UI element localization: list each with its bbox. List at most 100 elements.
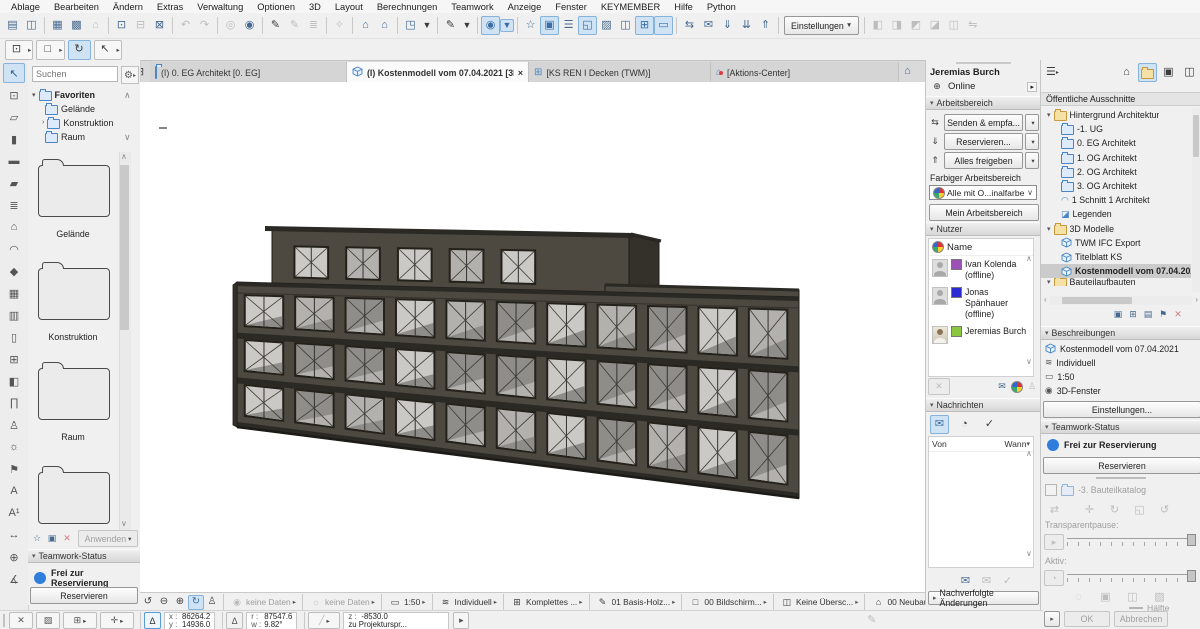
save-as-icon[interactable]: ▩ (67, 16, 86, 35)
user-row-2[interactable]: Jeremias Burch (929, 323, 1033, 347)
cutaway-dropdown-icon[interactable]: ▼ (420, 19, 434, 32)
navigator-tree-item-9[interactable]: TWM IFC Export (1041, 236, 1191, 250)
slider-handle[interactable] (1187, 534, 1196, 546)
owner-stamp-icon[interactable]: ⊠ (150, 16, 169, 35)
ghost-contours-icon[interactable]: ◌ (1069, 588, 1088, 607)
align-elements-icon[interactable]: ≣ (304, 16, 323, 35)
navigator-tree-item-0[interactable]: ▾Hintergrund Architektur (1041, 108, 1191, 122)
pickup-parameters-icon[interactable]: ✎ (266, 16, 285, 35)
preview-palette-icon[interactable]: ◱ (578, 16, 597, 35)
reserve-all-icon[interactable]: ⇊ (737, 16, 756, 35)
door-tool[interactable]: ▯ (3, 327, 25, 347)
view-undo-icon[interactable]: ↺ (140, 595, 156, 610)
stair-tool[interactable]: ≣ (3, 195, 25, 215)
reserve-elements-icon[interactable]: ⊡ (112, 16, 131, 35)
add-view-icon[interactable]: ⊞ (1126, 308, 1140, 321)
navigator-tree-item-5[interactable]: 3. OG Architekt (1041, 179, 1191, 193)
user-row-0[interactable]: Ivan Kolenda(offline) (929, 256, 1033, 284)
bring-front-icon[interactable]: ◩ (906, 16, 925, 35)
morph-tool[interactable]: ◆ (3, 261, 25, 281)
library-icon[interactable]: ◫ (616, 16, 635, 35)
release-all-button[interactable]: Alles freigeben (944, 152, 1023, 169)
beam-tool[interactable]: ▬ (3, 151, 25, 171)
tree-caret-icon[interactable]: ▾ (1047, 111, 1051, 119)
ghost-fills-icon[interactable]: ▣ (1096, 588, 1115, 607)
gear-icon[interactable]: ⚙▸ (121, 66, 139, 84)
quick-option-2[interactable]: ▭1:50▸ (385, 596, 429, 609)
pen-dropdown-icon[interactable]: ▼ (460, 19, 474, 32)
apply-button[interactable]: Anwenden▾ (78, 530, 138, 547)
trace-switch-icon[interactable]: ⇄ (1045, 501, 1064, 520)
active-transparency-button[interactable]: ◔ (1044, 570, 1064, 586)
save-icon[interactable]: ▦ (48, 16, 67, 35)
dimension-tool[interactable]: ↔ (3, 525, 25, 545)
pen-set-icon[interactable]: ✎ (441, 16, 460, 35)
send-receive-icon[interactable]: ⇆ (680, 16, 699, 35)
settings-dropdown-button[interactable]: Einstellungen▼ (784, 16, 859, 35)
inject-parameters-icon[interactable]: ✎ (285, 16, 304, 35)
origin-next-button[interactable]: ▸ (453, 612, 469, 629)
users-scroll-down[interactable]: ∨ (1026, 358, 1032, 366)
workspace-color-select[interactable]: Alle mit O...inalfarbe∨ (929, 185, 1037, 200)
favorite-card-0[interactable] (38, 165, 110, 217)
reset-reference-icon[interactable]: ◱ (1130, 501, 1149, 520)
zone-tool[interactable]: ⚑ (3, 459, 25, 479)
tree-caret-icon[interactable]: ▾ (1047, 278, 1051, 286)
label-tool[interactable]: A¹ (3, 503, 25, 523)
hscroll-thumb[interactable] (1062, 297, 1132, 304)
bring-forward-icon[interactable]: ◧ (868, 16, 887, 35)
scroll-left-icon[interactable]: ‹ (1044, 296, 1047, 304)
slab-tool[interactable]: ▰ (3, 173, 25, 193)
measure-line-button[interactable]: ╱▸ (308, 612, 340, 629)
favorites-tree-item-2[interactable]: ›Konstruktion (42, 116, 113, 129)
tracked-changes-header[interactable]: ▸Nachverfolgte Änderungen (928, 591, 1039, 605)
delete-favorite-icon[interactable]: ✕ (60, 532, 74, 545)
delete-view-icon[interactable]: ✕ (1171, 308, 1185, 321)
sketch-render-icon[interactable]: ✎ (862, 611, 881, 629)
menu-anzeige[interactable]: Anzeige (501, 2, 549, 12)
marquee-all-stories-icon-group[interactable]: ⊡▸ (5, 40, 33, 60)
tab-0[interactable]: (I) 0. EG Architekt [0. EG] (150, 62, 347, 83)
clone-folder-icon[interactable]: ▣ (1111, 308, 1125, 321)
reserve-button-dropdown[interactable]: ▾ (1025, 133, 1039, 150)
messages-scroll-down[interactable]: ∨ (1026, 550, 1032, 558)
tree-scroll-up[interactable]: ∧ (124, 90, 131, 101)
completed-messages-icon[interactable]: ✓ (980, 415, 999, 434)
favorite-card-2[interactable] (38, 368, 110, 420)
zoom-in-icon[interactable]: ⊕ (172, 595, 188, 610)
tracker-rw-toggle[interactable]: Δ (226, 612, 243, 629)
remove-user-button[interactable]: ✕ (928, 378, 950, 395)
menu-ablage[interactable]: Ablage (4, 2, 47, 12)
quick-option-0[interactable]: ◉keine Daten▸ (227, 596, 299, 609)
search-input[interactable] (32, 66, 118, 82)
quick-option-6[interactable]: □00 Bildschirm...▸ (685, 596, 770, 609)
favorites-star-icon[interactable]: ☆ (521, 16, 540, 35)
arbeitsbereich-header[interactable]: ▾Arbeitsbereich (926, 96, 1041, 110)
menu-layout[interactable]: Layout (328, 2, 370, 12)
reserve-button[interactable]: Reservieren (30, 587, 138, 604)
tab-2[interactable]: ⊞[KS REN I Decken (TWM)] (529, 62, 711, 83)
coordinates-icon[interactable]: ⊞ (635, 16, 654, 35)
messages-scroll-up[interactable]: ∧ (1026, 450, 1032, 458)
undo-icon[interactable]: ↶ (176, 16, 195, 35)
menu-python[interactable]: Python (700, 2, 743, 12)
menu-3d[interactable]: 3D (302, 2, 328, 12)
navigator-tree-item-1[interactable]: -1. UG (1041, 122, 1191, 136)
story-settings-icon[interactable]: ⌂ (356, 16, 375, 35)
invite-user-icon[interactable]: ✉ (995, 380, 1009, 393)
tab-list-icon[interactable]: ⌂ (898, 62, 917, 81)
text-tool[interactable]: A (3, 481, 25, 501)
new-favorite-folder-icon[interactable]: ▣ (45, 532, 59, 545)
my-workspace-button[interactable]: Mein Arbeitsbereich (929, 204, 1039, 221)
schedules-icon[interactable]: ☰ (559, 16, 578, 35)
menu-ändern[interactable]: Ändern (106, 2, 150, 12)
image-icon[interactable]: ▨ (597, 16, 616, 35)
navigator-tree-item-4[interactable]: 2. OG Architekt (1041, 165, 1191, 179)
release-icon[interactable]: ⇑ (928, 154, 942, 167)
move-reference-icon[interactable]: ✛ (1080, 501, 1099, 520)
layout-book-icon[interactable]: ▣ (1159, 63, 1178, 82)
menu-hilfe[interactable]: Hilfe (667, 2, 700, 12)
inbox-icon[interactable]: ✉ (930, 415, 949, 434)
window-tool[interactable]: ⊞ (3, 349, 25, 369)
quick-option-4[interactable]: ⊞Komplettes ...▸ (507, 596, 585, 609)
